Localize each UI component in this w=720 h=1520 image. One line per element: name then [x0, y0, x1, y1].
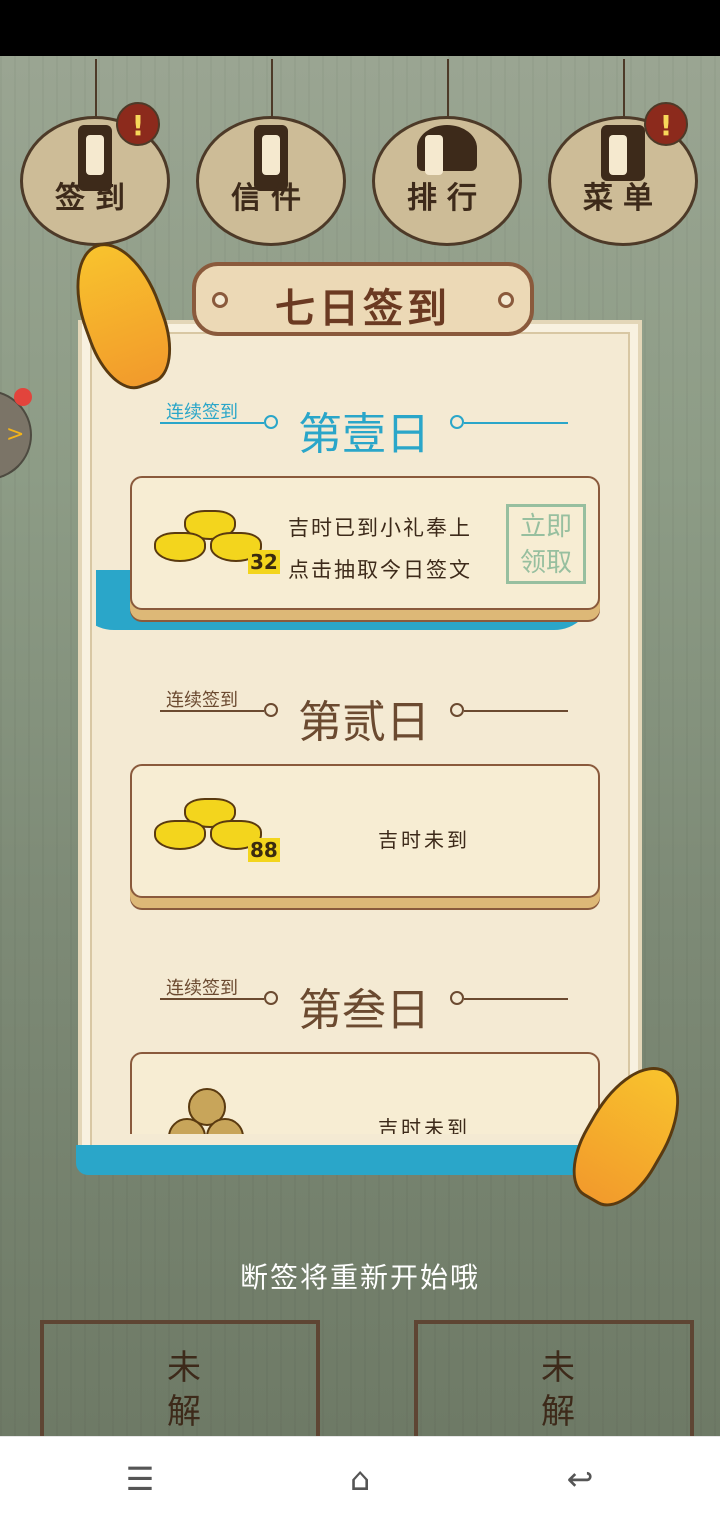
streak-warning-text: 断签将重新开始哦	[239, 1261, 480, 1294]
locked-slot-left[interactable]: 未解	[40, 1320, 320, 1436]
lantern-label: 签到	[55, 181, 135, 216]
reward-card-day3[interactable]: 吉时未到	[130, 1052, 600, 1134]
day-header: 连续签到 第叁日	[96, 968, 632, 1036]
reward-status: 吉时未到	[378, 1116, 470, 1134]
menu-icon[interactable]: ☰	[110, 1459, 170, 1499]
alert-badge: !	[644, 102, 688, 146]
reward-count: 88	[248, 838, 280, 862]
divider-dot	[450, 415, 464, 429]
status-bar	[0, 0, 720, 56]
day-title: 第叁日	[298, 985, 430, 1036]
locked-label: 未解	[167, 1348, 201, 1432]
claim-now-button[interactable]: 立即 领取	[506, 504, 586, 584]
lantern-letters[interactable]: 信件	[196, 59, 346, 246]
lantern-label: 菜单	[583, 181, 663, 216]
day-section-3: 连续签到 第叁日 吉时未到	[96, 968, 632, 1134]
locked-slot-right[interactable]: 未解	[414, 1320, 694, 1436]
divider-line	[464, 710, 568, 712]
day-title: 第壹日	[298, 409, 430, 460]
alert-badge: !	[116, 102, 160, 146]
modal-title: 七日签到	[275, 285, 451, 332]
reward-status: 吉时未到	[378, 828, 470, 852]
lantern-ranking[interactable]: 排行	[372, 59, 522, 246]
divider-line	[464, 998, 568, 1000]
plaque-dot	[498, 292, 514, 308]
day-list[interactable]: 连续签到 第壹日 32 吉时已到小礼奉上 点击抽取今日签文 立即 领取 连续签到…	[96, 384, 632, 1134]
reward-card-day2[interactable]: 88 吉时未到	[130, 764, 600, 898]
sign-in-modal: 连续签到 第壹日 32 吉时已到小礼奉上 点击抽取今日签文 立即 领取 连续签到…	[76, 262, 652, 1175]
lantern-label: 排行	[407, 181, 487, 216]
lantern-label: 信件	[231, 181, 311, 216]
modal-title-plaque: 七日签到	[192, 262, 534, 336]
copper-coin-icon	[168, 1088, 258, 1134]
notification-dot	[14, 388, 32, 406]
divider-dot	[450, 991, 464, 1005]
home-icon[interactable]: ⌂	[330, 1459, 390, 1499]
system-nav-bar: ☰ ⌂ ↩	[0, 1436, 720, 1520]
claim-seal-text: 立即	[519, 512, 572, 542]
locked-label: 未解	[541, 1348, 575, 1432]
reward-text-1: 吉时已到小礼奉上	[288, 516, 472, 540]
day-section-1: 连续签到 第壹日 32 吉时已到小礼奉上 点击抽取今日签文 立即 领取	[96, 392, 632, 662]
day-header: 连续签到 第壹日	[96, 392, 632, 460]
back-icon[interactable]: ↩	[550, 1459, 610, 1499]
day-title: 第贰日	[298, 697, 430, 748]
divider-dot	[450, 703, 464, 717]
water-border	[76, 1145, 652, 1175]
reward-text-2: 点击抽取今日签文	[288, 558, 472, 582]
reward-card-day1[interactable]: 32 吉时已到小礼奉上 点击抽取今日签文 立即 领取	[130, 476, 600, 610]
divider-line	[464, 422, 568, 424]
claim-seal-text: 领取	[519, 548, 572, 578]
reward-count: 32	[248, 550, 280, 574]
day-section-2: 连续签到 第贰日 88 吉时未到	[96, 680, 632, 950]
rank-icon	[417, 125, 477, 175]
modal-panel: 连续签到 第壹日 32 吉时已到小礼奉上 点击抽取今日签文 立即 领取 连续签到…	[76, 320, 652, 1175]
day-header: 连续签到 第贰日	[96, 680, 632, 748]
